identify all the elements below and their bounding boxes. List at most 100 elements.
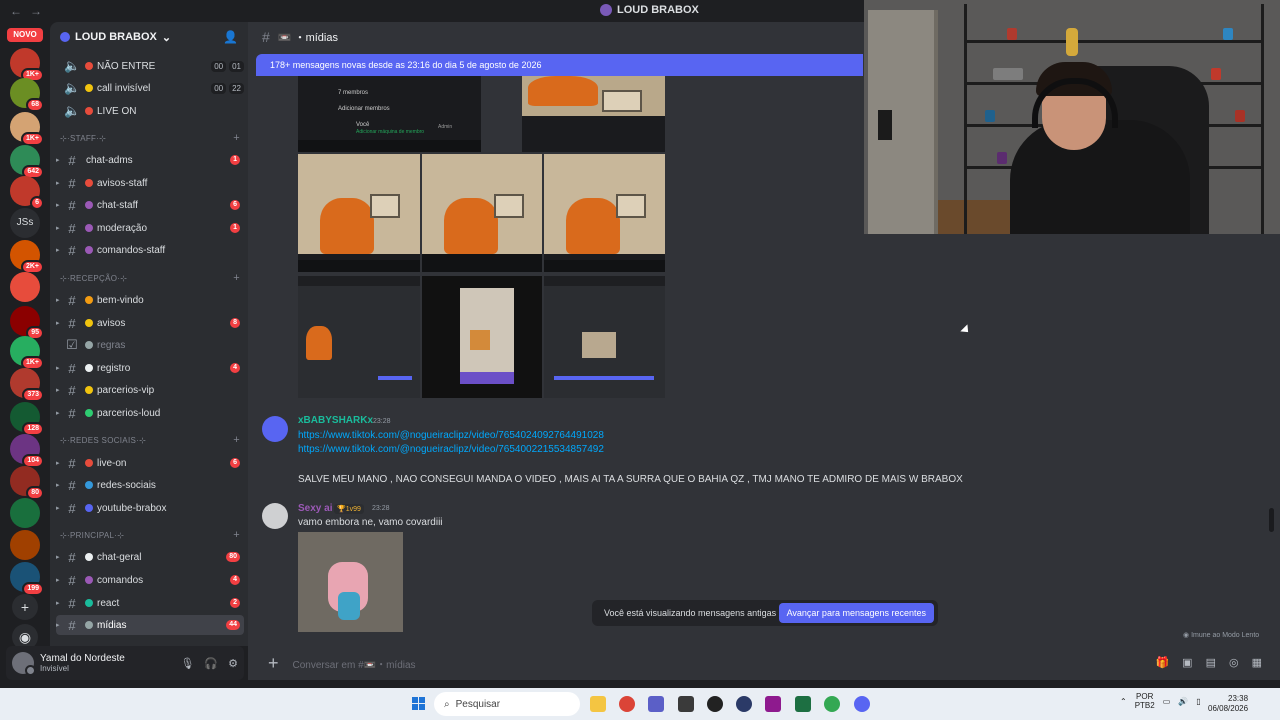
discord-icon[interactable] xyxy=(854,696,870,712)
server-icon[interactable]: 373 xyxy=(10,368,44,402)
server-icon[interactable]: 2K+ xyxy=(10,240,44,274)
channel-item[interactable]: ▸ # youtube-brabox xyxy=(56,498,244,518)
excel-icon[interactable] xyxy=(795,696,811,712)
channel-item[interactable]: ▸ # parcerios-loud xyxy=(56,403,244,423)
language-indicator[interactable]: POR PTB2 xyxy=(1135,692,1155,710)
server-icon[interactable]: 68 xyxy=(10,78,44,112)
back-arrow-icon[interactable]: ← xyxy=(10,4,30,18)
channel-item[interactable]: ▸ # avisos 8 xyxy=(56,313,244,333)
chevron-up-icon[interactable]: ⌃ xyxy=(1120,697,1127,706)
headphones-icon[interactable]: 🎧 xyxy=(204,657,218,670)
category-header[interactable]: ⊹·PRINCIPAL·⊹ + xyxy=(60,528,240,542)
obs-icon[interactable] xyxy=(707,696,723,712)
server-icon[interactable]: 95 xyxy=(10,306,44,340)
channel-item[interactable]: ▸ # mídias 44 xyxy=(56,615,244,635)
app-icon[interactable] xyxy=(648,696,664,712)
server-header[interactable]: LOUD BRABOX ⌄ 👤 xyxy=(50,22,248,52)
forward-arrow-icon[interactable]: → xyxy=(30,4,50,18)
media-thumbnail[interactable]: 7 membros Adicionar membros Você Adicion… xyxy=(298,76,481,152)
server-icon[interactable]: 1K+ xyxy=(10,336,44,370)
volume-icon[interactable]: 🔊 xyxy=(1178,697,1188,706)
gear-icon[interactable]: ⚙ xyxy=(228,657,238,670)
app-icon[interactable] xyxy=(765,696,781,712)
message-author[interactable]: xBABYSHARKx xyxy=(298,415,373,426)
chrome-icon[interactable] xyxy=(824,696,840,712)
server-icon[interactable]: 1K+ xyxy=(10,112,44,146)
clock[interactable]: 23:38 06/08/2026 xyxy=(1208,694,1248,714)
add-channel-icon[interactable]: + xyxy=(233,272,240,284)
channel-item[interactable]: ▸ # live-on 6 xyxy=(56,453,244,473)
media-thumbnail[interactable] xyxy=(298,276,420,398)
channel-label: comandos-staff xyxy=(97,244,166,256)
channel-item[interactable]: ☑ regras xyxy=(56,335,244,355)
channel-item[interactable]: 🔈 NÃO ENTRE 00 01 xyxy=(56,56,244,76)
category-header[interactable]: ⊹·RECEPÇÃO·⊹ + xyxy=(60,271,240,285)
server-icon[interactable]: 642 xyxy=(10,145,44,179)
channel-item[interactable]: ▸ # chat-staff 6 xyxy=(56,195,244,215)
avatar[interactable] xyxy=(12,652,36,676)
server-icon[interactable]: JSs xyxy=(10,208,40,238)
battery-icon[interactable]: ▯ xyxy=(1196,697,1200,706)
channel-item[interactable]: 🔈 LIVE ON xyxy=(56,101,244,121)
media-thumbnail[interactable] xyxy=(544,276,665,398)
channel-item[interactable]: ▸ # moderação 1 xyxy=(56,218,244,238)
media-thumbnail[interactable] xyxy=(422,154,542,272)
message-composer[interactable]: + Conversar em #📼・mídias 🎁 ▣ ▤ ◎ ▦ xyxy=(256,648,1272,678)
server-icon[interactable]: 199 xyxy=(10,562,44,596)
message-link[interactable]: https://www.tiktok.com/@nogueiraclipz/vi… xyxy=(298,444,604,455)
media-thumbnail[interactable] xyxy=(522,76,665,152)
category-header[interactable]: ⊹·REDES SOCIAIS·⊹ + xyxy=(60,433,240,447)
apps-icon[interactable]: ▦ xyxy=(1252,656,1262,669)
avatar[interactable] xyxy=(262,416,288,442)
channel-item[interactable]: ▸ # bem-vindo xyxy=(56,290,244,310)
scrollbar[interactable] xyxy=(1269,508,1274,532)
channel-item[interactable]: ▸ # chat-geral 80 xyxy=(56,547,244,567)
microphone-icon[interactable]: 🎙 xyxy=(180,657,194,670)
new-messages-bar[interactable]: 178+ mensagens novas desde as 23:16 do d… xyxy=(256,54,863,76)
jump-to-present-button[interactable]: Avançar para mensagens recentes xyxy=(778,603,934,623)
category-header[interactable]: ⊹·STAFF·⊹ + xyxy=(60,131,240,145)
server-icon[interactable]: 80 xyxy=(10,466,44,500)
attach-plus-icon[interactable]: + xyxy=(268,653,279,674)
sticker-icon[interactable]: ▤ xyxy=(1206,656,1216,669)
file-explorer-icon[interactable] xyxy=(590,696,606,712)
server-icon[interactable]: 1K+ xyxy=(10,48,44,82)
media-thumbnail[interactable] xyxy=(422,276,542,398)
server-icon[interactable] xyxy=(10,272,40,302)
soundboard-icon[interactable]: ◎ xyxy=(1229,656,1239,669)
message-author[interactable]: Sexy ai xyxy=(298,503,332,514)
channel-item[interactable]: ▸ # redes-sociais xyxy=(56,475,244,495)
chrome-icon[interactable] xyxy=(619,696,635,712)
message-link[interactable]: https://www.tiktok.com/@nogueiraclipz/vi… xyxy=(298,430,604,441)
channel-item[interactable]: ▸ # registro 4 xyxy=(56,358,244,378)
media-thumbnail[interactable] xyxy=(298,154,420,272)
gift-icon[interactable]: 🎁 xyxy=(1155,656,1169,669)
add-channel-icon[interactable]: + xyxy=(233,132,240,144)
server-icon[interactable]: 6 xyxy=(10,176,44,210)
gif-icon[interactable]: ▣ xyxy=(1182,656,1192,669)
avatar[interactable] xyxy=(262,503,288,529)
channel-item[interactable]: 🔈 call invisível 00 22 xyxy=(56,78,244,98)
add-person-icon[interactable]: 👤 xyxy=(223,30,238,44)
server-icon[interactable] xyxy=(10,498,40,528)
add-server-button[interactable]: + xyxy=(12,594,38,620)
app-icon[interactable] xyxy=(678,696,694,712)
media-thumbnail[interactable] xyxy=(544,154,665,272)
channel-item[interactable]: ▸ # comandos 4 xyxy=(56,570,244,590)
windows-start-icon[interactable] xyxy=(412,697,426,711)
taskbar-search[interactable]: ⌕ Pesquisar xyxy=(434,692,580,716)
server-icon[interactable]: 128 xyxy=(10,402,44,436)
app-icon[interactable] xyxy=(736,696,752,712)
add-channel-icon[interactable]: + xyxy=(233,529,240,541)
media-thumbnail[interactable] xyxy=(298,532,403,632)
channel-item[interactable]: ▸ # chat-adms 1 xyxy=(56,150,244,170)
server-icon[interactable]: 104 xyxy=(10,434,44,468)
add-channel-icon[interactable]: + xyxy=(233,434,240,446)
channel-item[interactable]: ▸ # parcerios-vip xyxy=(56,380,244,400)
channel-item[interactable]: ▸ # comandos-staff xyxy=(56,240,244,260)
composer-placeholder[interactable]: Conversar em #📼・mídias xyxy=(293,656,416,671)
network-icon[interactable]: ▭ xyxy=(1163,697,1171,706)
channel-item[interactable]: ▸ # react 2 xyxy=(56,593,244,613)
server-icon[interactable] xyxy=(10,530,40,560)
channel-item[interactable]: ▸ # avisos-staff xyxy=(56,173,244,193)
